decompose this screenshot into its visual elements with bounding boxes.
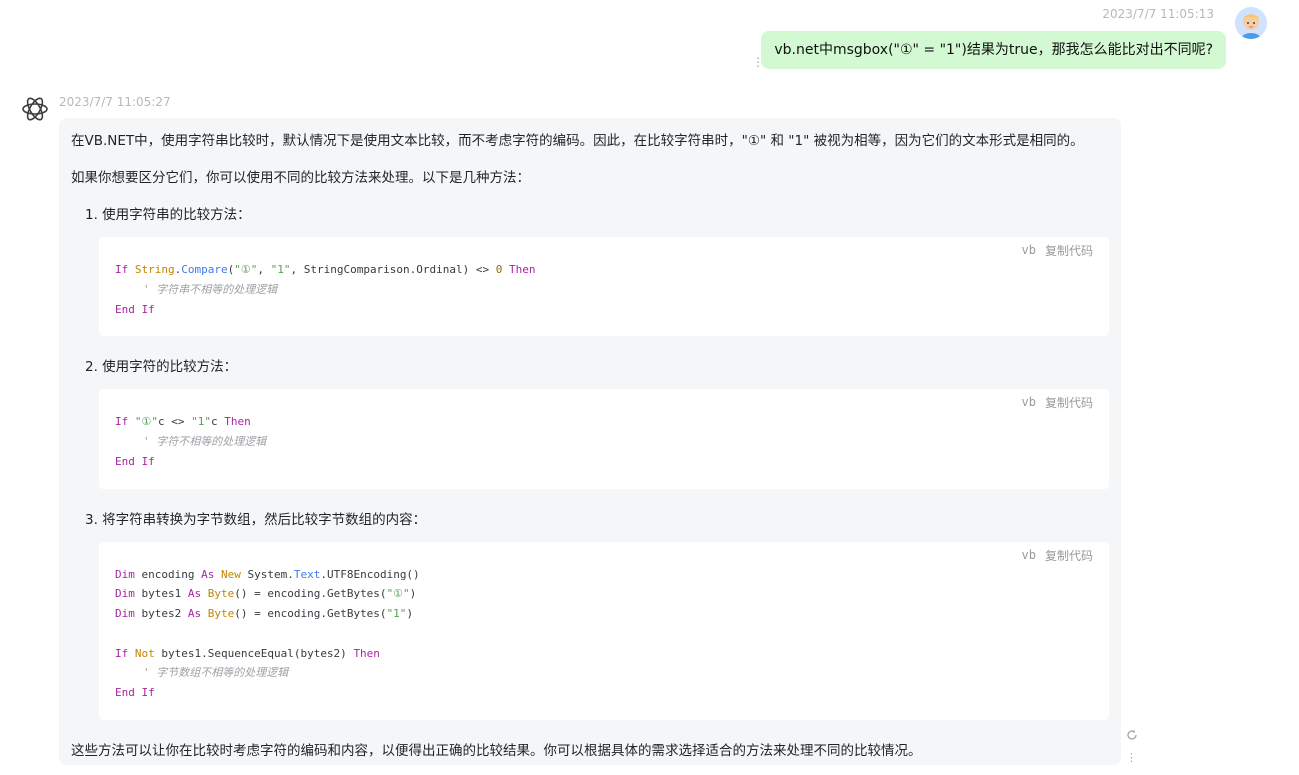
user-timestamp: 2023/7/7 11:05:13 <box>1102 7 1214 21</box>
list-item-3: 3. 将字符串转换为字节数组，然后比较字节数组的内容： <box>85 512 427 528</box>
code-line: ' 字符不相等的处理逻辑 <box>143 435 267 448</box>
assistant-outro-text: 这些方法可以让你在比较时考虑字符的编码和内容，以便得出正确的比较结果。你可以根据… <box>71 743 922 759</box>
more-dots-icon[interactable]: ⋮ <box>1126 751 1137 764</box>
list-item-2: 2. 使用字符的比较方法： <box>85 359 238 375</box>
user-avatar-icon <box>1235 7 1267 39</box>
more-dots-icon[interactable]: ⋮ <box>752 56 764 68</box>
code-line: Dim bytes1 As Byte() = encoding.GetBytes… <box>115 587 417 600</box>
code-line: If Not bytes1.SequenceEqual(bytes2) Then <box>115 647 380 660</box>
code-line: End If <box>115 303 155 316</box>
code-line: ' 字节数组不相等的处理逻辑 <box>143 666 289 679</box>
code-line: If String.Compare("①", "1", StringCompar… <box>115 263 536 276</box>
code-line: If "①"c <> "1"c Then <box>115 415 251 428</box>
assistant-intro-text: 在VB.NET中，使用字符串比较时，默认情况下是使用文本比较，而不考虑字符的编码… <box>71 133 1084 149</box>
user-message-bubble: vb.net中msgbox("①" = "1")结果为true，那我怎么能比对出… <box>761 31 1226 69</box>
code-line: Dim bytes2 As Byte() = encoding.GetBytes… <box>115 607 414 620</box>
code-lang-label: vb <box>1021 395 1036 409</box>
copy-code-button[interactable]: 复制代码 <box>1045 242 1093 259</box>
list-item-1: 1. 使用字符串的比较方法： <box>85 207 251 223</box>
code-block-2: vb 复制代码 If "①"c <> "1"c Then ' 字符不相等的处理逻… <box>99 389 1109 489</box>
code-lang-label: vb <box>1021 548 1036 562</box>
code-line: End If <box>115 455 155 468</box>
code-line: ' 字符串不相等的处理逻辑 <box>143 283 278 296</box>
assistant-lead-text: 如果你想要区分它们，你可以使用不同的比较方法来处理。以下是几种方法： <box>71 170 530 186</box>
code-block-3: vb 复制代码 Dim encoding As New System.Text.… <box>99 542 1109 720</box>
openai-logo-icon <box>20 94 50 124</box>
code-block-1: vb 复制代码 If String.Compare("①", "1", Stri… <box>99 237 1109 336</box>
refresh-icon[interactable] <box>1126 729 1138 744</box>
copy-code-button[interactable]: 复制代码 <box>1045 547 1093 564</box>
assistant-timestamp: 2023/7/7 11:05:27 <box>59 95 171 109</box>
code-line: Dim encoding As New System.Text.UTF8Enco… <box>115 568 420 581</box>
copy-code-button[interactable]: 复制代码 <box>1045 394 1093 411</box>
code-lang-label: vb <box>1021 243 1036 257</box>
code-line: End If <box>115 686 155 699</box>
